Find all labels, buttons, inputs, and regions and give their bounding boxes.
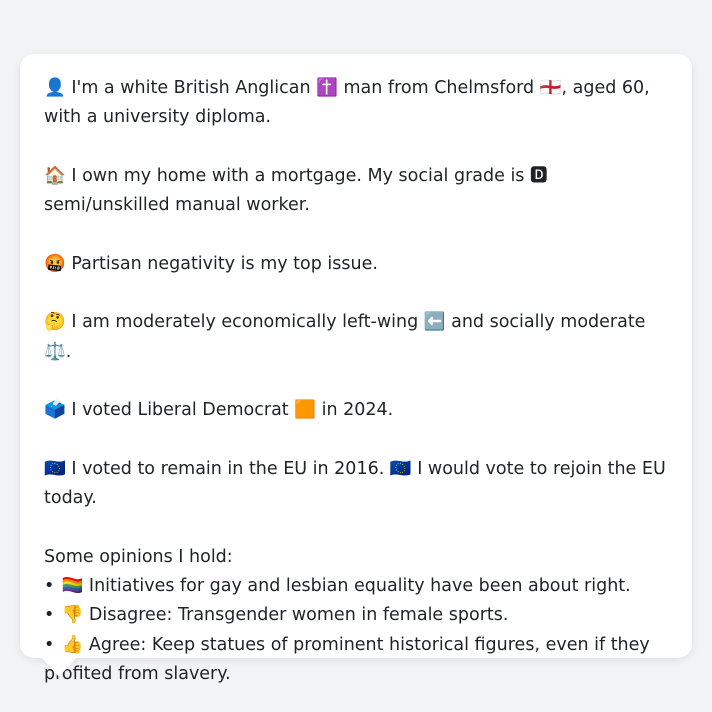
opinion-text: 🏳️‍🌈 Initiatives for gay and lesbian equ…	[61, 576, 631, 597]
opinion-item: • 👎 Disagree: Transgender women in femal…	[44, 601, 670, 630]
top-issue-paragraph: 🤬 Partisan negativity is my top issue.	[44, 253, 378, 274]
bullet: •	[44, 605, 55, 626]
identity-paragraph: 👤 I'm a white British Anglican ✝️ man fr…	[44, 78, 650, 128]
message-bubble: 👤 I'm a white British Anglican ✝️ man fr…	[20, 54, 692, 684]
opinion-text: 👍 Agree: Keep statues of prominent histo…	[44, 634, 650, 684]
bubble-tail	[40, 656, 78, 677]
vote-paragraph: 🗳️ I voted Liberal Democrat 🟧 in 2024.	[44, 400, 394, 421]
opinion-item: • 👍 Agree: Keep statues of prominent his…	[44, 631, 670, 690]
opinions-heading: Some opinions I hold:	[44, 546, 233, 567]
opinions-section: Some opinions I hold: • 🏳️‍🌈 Initiatives…	[44, 543, 670, 689]
ideology-paragraph: 🤔 I am moderately economically left-wing…	[44, 312, 646, 362]
opinion-item: • 🏳️‍🌈 Initiatives for gay and lesbian e…	[44, 572, 670, 601]
eu-paragraph: 🇪🇺 I voted to remain in the EU in 2016. …	[44, 458, 666, 509]
housing-paragraph: 🏠 I own my home with a mortgage. My soci…	[44, 165, 548, 216]
opinion-text: 👎 Disagree: Transgender women in female …	[61, 605, 509, 626]
bullet: •	[44, 576, 55, 597]
